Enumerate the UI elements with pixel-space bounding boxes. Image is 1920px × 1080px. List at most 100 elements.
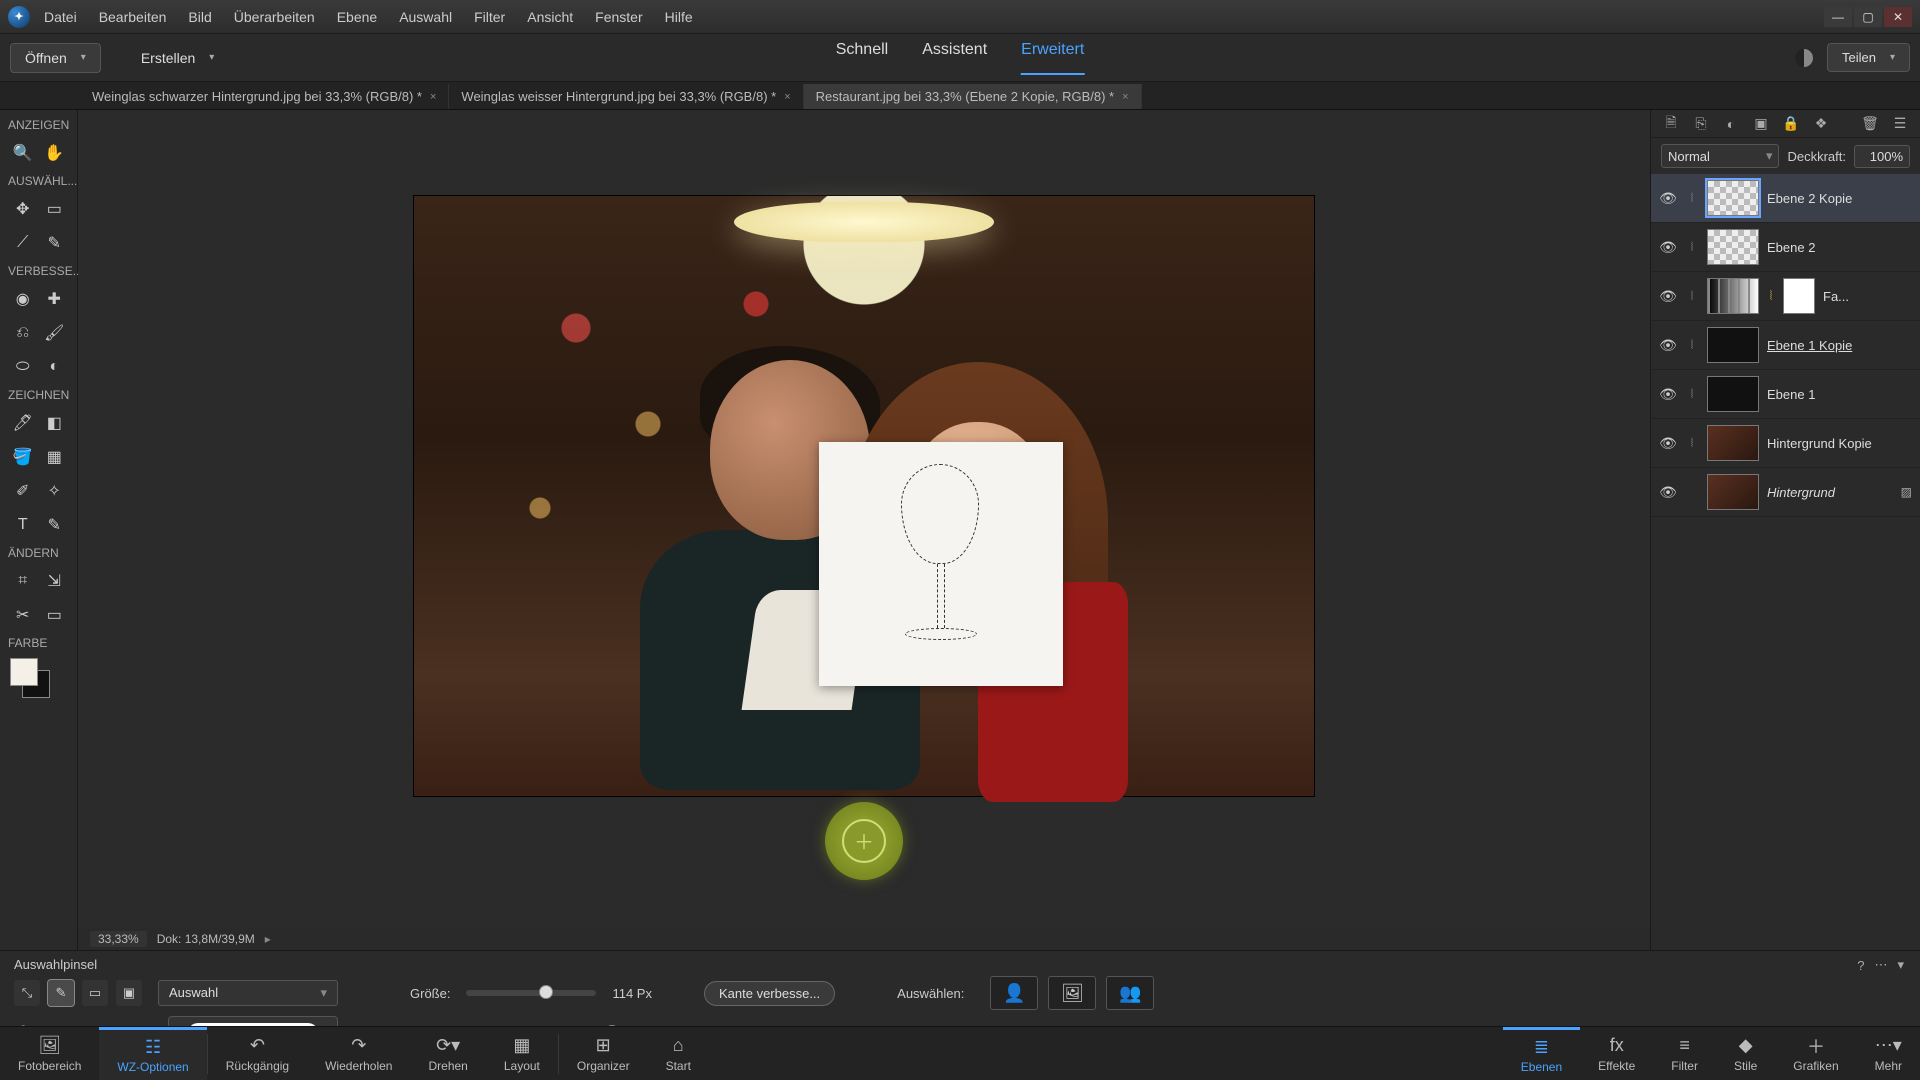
window-maximize-button[interactable]: ▢ [1854,7,1882,27]
visibility-toggle-icon[interactable]: 👁 [1659,337,1677,354]
menu-ueberarbeiten[interactable]: Überarbeiten [234,9,315,25]
tool-options-button[interactable]: ☷ WZ-Optionen [99,1027,206,1080]
layer-thumbnail[interactable] [1707,376,1759,412]
menu-ebene[interactable]: Ebene [337,9,377,25]
visibility-toggle-icon[interactable]: 👁 [1659,484,1677,501]
layer-name[interactable]: Ebene 1 [1767,387,1912,402]
zoom-readout[interactable]: 33,33% [90,931,147,947]
mode-tab-guided[interactable]: Assistent [922,41,987,75]
effects-tab-button[interactable]: fx Effekte [1580,1027,1653,1080]
blend-mode-select[interactable]: Normal ▾ [1661,144,1779,168]
close-icon[interactable]: × [430,91,436,103]
canvas-area[interactable]: ＋ 33,33% Dok: 13,8M/39,9M ▸ [78,110,1650,950]
blur-tool-icon[interactable]: ⬭ [10,354,36,380]
layer-row[interactable]: 👁 ⦚ Hintergrund Kopie [1651,419,1920,468]
open-button[interactable]: Öffnen ▾ [10,43,101,73]
document-tab[interactable]: Weinglas weisser Hintergrund.jpg bei 33,… [449,84,803,109]
lock-icon[interactable]: 🔒 [1781,115,1801,133]
mode-tab-expert[interactable]: Erweitert [1021,41,1084,75]
filters-tab-button[interactable]: ≡ Filter [1653,1027,1716,1080]
sponge-tool-icon[interactable]: ◐ [42,354,68,380]
menu-bearbeiten[interactable]: Bearbeiten [99,9,167,25]
clone-tool-icon[interactable]: ⎌ [10,320,36,346]
rotate-button[interactable]: ⟳▾ Drehen [410,1027,485,1080]
crop-tool-icon[interactable]: ⌗ [10,568,36,594]
mask-thumbnail[interactable] [1783,278,1815,314]
content-move-tool-icon[interactable]: ✂ [10,602,36,628]
recompose-tool-icon[interactable]: ⇲ [42,568,68,594]
mode-tab-quick[interactable]: Schnell [836,41,888,75]
mask-icon[interactable]: ▣ [1751,115,1771,133]
move-tool-icon[interactable]: ✥ [10,196,36,222]
layer-row[interactable]: 👁 Hintergrund ▨ [1651,468,1920,517]
marquee-tool-icon[interactable]: ▭ [42,196,68,222]
menu-auswahl[interactable]: Auswahl [399,9,452,25]
window-minimize-button[interactable]: — [1824,7,1852,27]
new-layer-icon[interactable]: 🗎 [1661,115,1681,133]
adjustment-thumbnail[interactable] [1707,278,1759,314]
link-layers-icon[interactable]: ❖ [1811,115,1831,133]
photobin-button[interactable]: 🖼 Fotobereich [0,1027,99,1080]
redo-button[interactable]: ↷ Wiederholen [307,1027,410,1080]
layer-name[interactable]: Hintergrund Kopie [1767,436,1912,451]
select-subject-button[interactable]: 👤 [990,976,1038,1010]
layer-thumbnail[interactable] [1707,425,1759,461]
layers-tab-button[interactable]: ≣ Ebenen [1503,1027,1580,1080]
undo-button[interactable]: ↶ Rückgängig [208,1027,307,1080]
mode-select[interactable]: Auswahl ▾ [158,980,338,1006]
link-icon[interactable]: ⦚ [1685,289,1699,304]
more-tab-button[interactable]: ⋯▾ Mehr [1857,1027,1920,1080]
theme-toggle-icon[interactable] [1795,49,1813,67]
layer-group-icon[interactable]: ⎘ [1691,115,1711,133]
eyedropper-tool-icon[interactable]: ✐ [10,478,36,504]
smart-brush-tool-icon[interactable]: 🖌 [42,320,68,346]
type-tool-icon[interactable]: T [10,512,36,538]
status-chevron-icon[interactable]: ▸ [265,932,271,946]
layer-name[interactable]: Ebene 2 [1767,240,1912,255]
layer-name[interactable]: Hintergrund [1767,485,1893,500]
menu-bild[interactable]: Bild [188,9,211,25]
home-button[interactable]: ⌂ Start [648,1027,709,1080]
menu-filter[interactable]: Filter [474,9,505,25]
adjustment-layer-icon[interactable]: ◐ [1721,115,1741,133]
layer-name[interactable]: Ebene 1 Kopie [1767,338,1912,353]
menu-ansicht[interactable]: Ansicht [527,9,573,25]
quick-select-tool-icon[interactable]: ✎ [42,230,68,256]
layer-thumbnail[interactable] [1707,229,1759,265]
create-button[interactable]: Erstellen ▾ [127,44,229,72]
selection-brush-d-icon[interactable]: ▣ [116,980,142,1006]
visibility-toggle-icon[interactable]: 👁 [1659,386,1677,403]
styles-tab-button[interactable]: ◆ Stile [1716,1027,1775,1080]
pencil-tool-icon[interactable]: ✎ [42,512,68,538]
layer-row[interactable]: 👁 ⦚ ⦚ Fa... [1651,272,1920,321]
close-icon[interactable]: × [784,91,790,103]
straighten-tool-icon[interactable]: ▭ [42,602,68,628]
graphics-tab-button[interactable]: ＋ Grafiken [1775,1027,1856,1080]
select-sky-button[interactable]: 🖼 [1048,976,1096,1010]
hand-tool-icon[interactable]: ✋ [42,140,68,166]
opacity-input[interactable]: 100% [1854,145,1910,168]
eraser-tool-icon[interactable]: ◧ [42,410,68,436]
spot-heal-tool-icon[interactable]: ✚ [42,286,68,312]
share-button[interactable]: Teilen ▾ [1827,43,1910,72]
collapse-icon[interactable]: ▾ [1897,957,1904,973]
zoom-tool-icon[interactable]: 🔍 [10,140,36,166]
layer-row[interactable]: 👁 ⦚ Ebene 2 Kopie [1651,174,1920,223]
organizer-button[interactable]: ⊞ Organizer [559,1027,648,1080]
gradient-tool-icon[interactable]: ▦ [42,444,68,470]
layout-button[interactable]: ▦ Layout [486,1027,558,1080]
size-slider[interactable] [466,990,596,996]
shape-tool-icon[interactable]: ✧ [42,478,68,504]
layer-name[interactable]: Ebene 2 Kopie [1767,191,1912,206]
layer-thumbnail[interactable] [1707,474,1759,510]
visibility-toggle-icon[interactable]: 👁 [1659,190,1677,207]
link-icon[interactable]: ⦚ [1685,191,1699,206]
fill-tool-icon[interactable]: 🪣 [10,444,36,470]
delete-layer-icon[interactable]: 🗑 [1860,115,1880,133]
link-icon[interactable]: ⦚ [1685,240,1699,255]
layer-name[interactable]: Fa... [1823,289,1912,304]
window-close-button[interactable]: ✕ [1884,7,1912,27]
foreground-color-swatch[interactable] [10,658,38,686]
link-icon[interactable]: ⦚ [1685,338,1699,353]
document-tab[interactable]: Restaurant.jpg bei 33,3% (Ebene 2 Kopie,… [804,84,1142,109]
